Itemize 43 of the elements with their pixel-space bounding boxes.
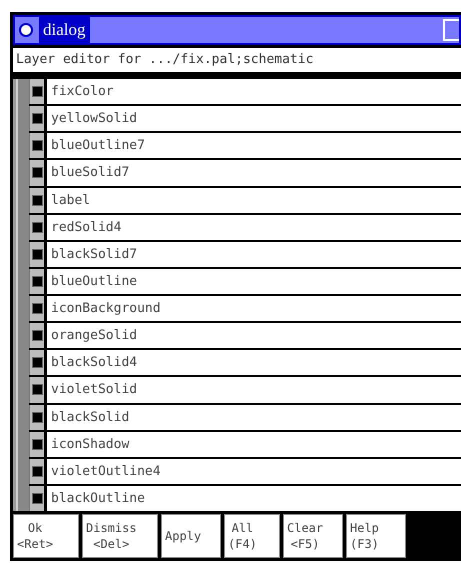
- checkbox[interactable]: [29, 350, 44, 376]
- layer-field[interactable]: blackSolid4: [47, 350, 461, 376]
- layer-field[interactable]: blueOutline: [47, 268, 461, 294]
- checkbox[interactable]: [29, 296, 44, 322]
- checkbox[interactable]: [29, 214, 44, 240]
- layer-field[interactable]: blackOutline: [47, 486, 461, 511]
- dialog-button[interactable]: Apply: [161, 514, 221, 558]
- dialog-button[interactable]: All (F4): [224, 514, 280, 558]
- layer-field[interactable]: violetSolid: [47, 377, 461, 402]
- layer-field[interactable]: blackSolid: [47, 404, 461, 430]
- checkbox[interactable]: [29, 268, 44, 294]
- checkbox[interactable]: [29, 458, 44, 484]
- layer-field[interactable]: label: [47, 188, 461, 213]
- layer-field[interactable]: iconBackground: [47, 296, 461, 322]
- checkbox[interactable]: [29, 242, 44, 267]
- dialog-button[interactable]: Help (F3): [346, 514, 406, 558]
- checkbox[interactable]: [29, 432, 44, 457]
- window-title: dialog: [39, 17, 90, 43]
- layer-field[interactable]: blackSolid7: [47, 242, 461, 267]
- dialog-button[interactable]: Clear <F5): [283, 514, 343, 558]
- layer-field[interactable]: blueSolid7: [47, 160, 461, 186]
- layer-field[interactable]: iconShadow: [47, 432, 461, 457]
- checkbox[interactable]: [29, 486, 44, 511]
- layer-field[interactable]: yellowSolid: [47, 106, 461, 132]
- dialog-button[interactable]: Dismiss <Del>: [82, 514, 158, 558]
- checkbox[interactable]: [29, 160, 44, 186]
- checkbox[interactable]: [29, 188, 44, 213]
- layer-field[interactable]: orangeSolid: [47, 323, 461, 348]
- window-menu-icon[interactable]: [19, 23, 33, 37]
- checkbox[interactable]: [29, 79, 44, 104]
- checkbox[interactable]: [29, 106, 44, 132]
- layer-field[interactable]: blueOutline7: [47, 133, 461, 158]
- checkbox[interactable]: [29, 377, 44, 402]
- layer-field[interactable]: fixColor: [47, 79, 461, 104]
- maximize-icon[interactable]: [443, 19, 459, 41]
- header-text: Layer editor for .../fix.pal;schematic: [13, 48, 461, 72]
- checkbox[interactable]: [29, 323, 44, 348]
- dialog-button[interactable]: Ok <Ret>: [13, 514, 79, 558]
- scroll-bar[interactable]: [13, 79, 29, 511]
- layer-field[interactable]: redSolid4: [47, 214, 461, 240]
- checkbox[interactable]: [29, 404, 44, 430]
- checkbox[interactable]: [29, 133, 44, 158]
- layer-field[interactable]: violetOutline4: [47, 458, 461, 484]
